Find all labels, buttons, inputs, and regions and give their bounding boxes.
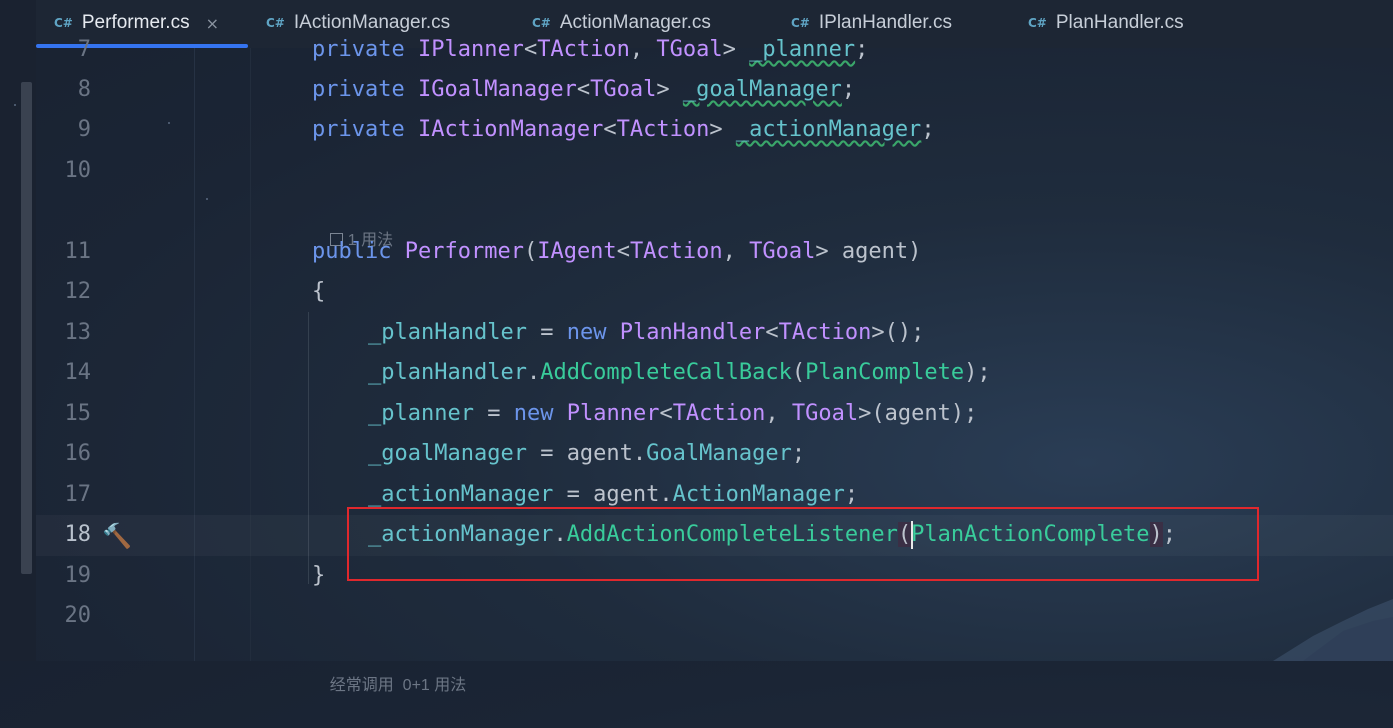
code-line: 9 private IActionManager<TAction> _actio… [0, 110, 1393, 150]
hammer-icon[interactable]: 🔨 [102, 522, 132, 550]
line-number: 17 [64, 482, 92, 507]
line-number: 9 [77, 117, 91, 142]
background-mountain [1273, 599, 1393, 661]
code-line: 12 { [0, 272, 1393, 312]
code-text: private IActionManager<TAction> _actionM… [312, 117, 935, 142]
background-star [14, 104, 16, 106]
csharp-file-icon: C# [54, 16, 73, 30]
code-line: 14 _planHandler.AddCompleteCallBack(Plan… [0, 353, 1393, 393]
line-number: 16 [64, 441, 92, 466]
annotation-highlight-box [347, 507, 1259, 581]
code-text: _planHandler = new PlanHandler<TAction>(… [368, 320, 925, 345]
code-line: 8 private IGoalManager<TGoal> _goalManag… [0, 70, 1393, 110]
line-number: 19 [64, 563, 92, 588]
csharp-file-icon: C# [1028, 16, 1047, 30]
line-number: 7 [77, 37, 91, 62]
code-text: private IGoalManager<TGoal> _goalManager… [312, 77, 856, 102]
line-number: 13 [64, 320, 92, 345]
code-text: _goalManager = agent.GoalManager; [368, 441, 806, 466]
csharp-file-icon: C# [266, 16, 285, 30]
csharp-file-icon: C# [791, 16, 810, 30]
code-line: 10 [0, 151, 1393, 191]
line-number: 11 [64, 239, 92, 264]
code-line: 16 _goalManager = agent.GoalManager; [0, 434, 1393, 474]
code-line: 20 [0, 596, 1393, 636]
code-text: } [312, 563, 326, 588]
code-text: _planner = new Planner<TAction, TGoal>(a… [368, 401, 978, 426]
code-line: 15 _planner = new Planner<TAction, TGoal… [0, 394, 1393, 434]
line-number: 12 [64, 279, 92, 304]
line-number: 20 [64, 603, 92, 628]
code-line: 11 public Performer(IAgent<TAction, TGoa… [0, 232, 1393, 272]
background-star [206, 198, 208, 200]
line-number: 15 [64, 401, 92, 426]
code-text: _planHandler.AddCompleteCallBack(PlanCom… [368, 360, 991, 385]
csharp-file-icon: C# [532, 16, 551, 30]
code-text: private IPlanner<TAction, TGoal> _planne… [312, 37, 869, 62]
code-line: 7 private IPlanner<TAction, TGoal> _plan… [0, 30, 1393, 70]
usages-label: 经常调用 0+1 用法 [329, 677, 467, 694]
line-number: 18 [64, 522, 92, 547]
line-number: 8 [77, 77, 91, 102]
code-text: { [312, 279, 326, 304]
usages-hint[interactable]: 经常调用 0+1 用法 [312, 644, 466, 728]
code-text: public Performer(IAgent<TAction, TGoal> … [312, 239, 922, 264]
background-star [168, 122, 170, 124]
code-line: 13 _planHandler = new PlanHandler<TActio… [0, 313, 1393, 353]
line-number: 10 [64, 158, 92, 183]
line-number: 14 [64, 360, 92, 385]
